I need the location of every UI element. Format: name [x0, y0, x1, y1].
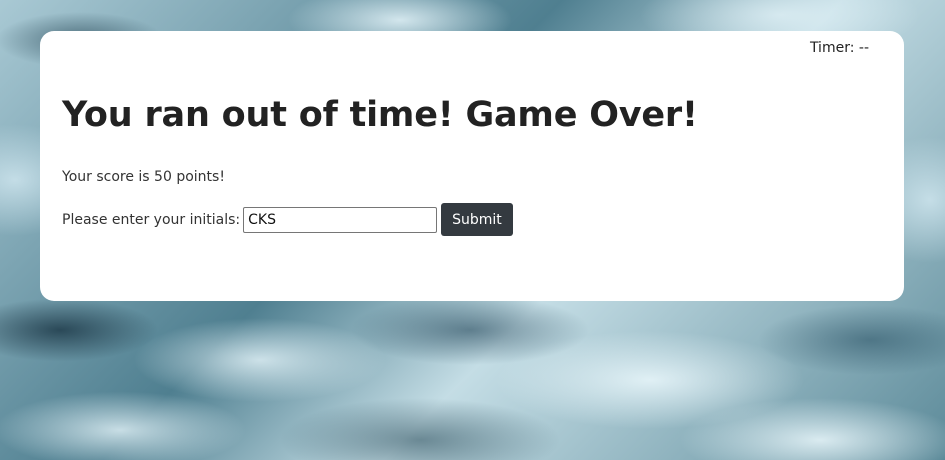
initials-label: Please enter your initials:: [62, 211, 241, 228]
game-over-card: Timer: -- You ran out of time! Game Over…: [40, 31, 904, 301]
score-prefix: Your score is: [62, 169, 150, 185]
timer: Timer: --: [810, 40, 869, 56]
initials-form: Please enter your initials: Submit: [62, 203, 513, 236]
submit-button[interactable]: Submit: [441, 203, 513, 236]
score-value: 50: [154, 169, 172, 185]
page-title: You ran out of time! Game Over!: [62, 95, 698, 135]
score-suffix: points!: [176, 169, 225, 185]
timer-label: Timer:: [809, 40, 855, 56]
score-text: Your score is 50 points!: [62, 169, 225, 185]
initials-input[interactable]: [243, 206, 438, 233]
timer-value: --: [858, 40, 869, 56]
